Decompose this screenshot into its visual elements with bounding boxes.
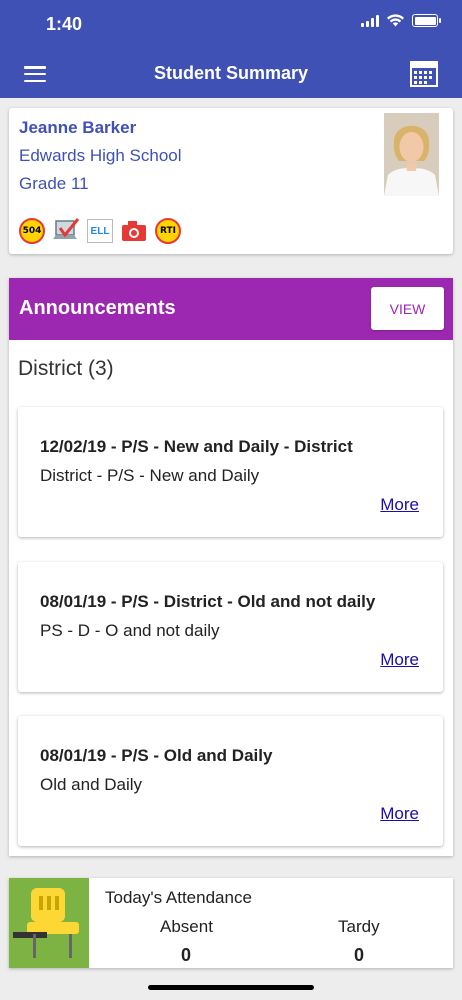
page-title: Student Summary xyxy=(153,63,309,83)
announcement-more-link[interactable]: More xyxy=(380,495,419,515)
home-indicator[interactable] xyxy=(148,985,314,990)
504-badge-icon[interactable]: 504 xyxy=(18,217,46,245)
announcement-more-link[interactable]: More xyxy=(380,650,419,670)
battery-icon xyxy=(412,14,441,27)
student-badges: 504 ELL RTI xyxy=(18,217,182,245)
attendance-title: Today's Attendance xyxy=(105,888,252,907)
signal-icon xyxy=(361,14,379,27)
student-name: Jeanne Barker xyxy=(19,118,137,137)
announcement-title: 12/02/19 - P/S - New and Daily - Distric… xyxy=(40,437,353,456)
tardy-value: 0 xyxy=(354,945,365,965)
announcement-body: District - P/S - New and Daily xyxy=(40,466,260,485)
announcement-body: PS - D - O and not daily xyxy=(40,621,220,640)
status-icons xyxy=(361,14,441,27)
announcement-item[interactable]: 08/01/19 - P/S - Old and Daily Old and D… xyxy=(18,716,443,846)
desk-chair-icon xyxy=(13,888,79,958)
district-heading: District (3) xyxy=(18,357,114,380)
student-grade: Grade 11 xyxy=(19,174,89,193)
tardy-label: Tardy xyxy=(338,917,380,936)
announcement-item[interactable]: 12/02/19 - P/S - New and Daily - Distric… xyxy=(18,407,443,537)
view-announcements-button[interactable]: VIEW xyxy=(371,287,444,330)
calendar-icon[interactable] xyxy=(410,61,438,87)
announcements-panel: Announcements VIEW District (3) 12/02/19… xyxy=(9,278,453,856)
announcements-header: Announcements VIEW xyxy=(9,278,453,340)
announcement-more-link[interactable]: More xyxy=(380,804,419,824)
announcement-body: Old and Daily xyxy=(40,775,143,794)
status-time: 1:40 xyxy=(46,14,83,34)
announcement-title: 08/01/19 - P/S - Old and Daily xyxy=(40,746,273,765)
student-photo xyxy=(384,113,439,196)
announcements-title: Announcements xyxy=(19,297,176,319)
announcement-title: 08/01/19 - P/S - District - Old and not … xyxy=(40,592,376,611)
absent-value: 0 xyxy=(181,945,192,965)
rti-badge-icon[interactable]: RTI xyxy=(154,217,182,245)
wifi-icon xyxy=(387,14,404,27)
student-card[interactable]: Jeanne Barker Edwards High School Grade … xyxy=(9,108,453,254)
app-header: 1:40 Student Summary xyxy=(0,0,462,98)
camera-icon[interactable] xyxy=(120,217,148,245)
announcement-item[interactable]: 08/01/19 - P/S - District - Old and not … xyxy=(18,562,443,692)
ell-badge-icon[interactable]: ELL xyxy=(86,217,114,245)
attendance-card[interactable]: Today's Attendance Absent 0 Tardy 0 xyxy=(9,878,453,968)
absent-label: Absent xyxy=(160,917,213,936)
laptop-check-icon[interactable] xyxy=(52,217,80,245)
attendance-icon-bg xyxy=(9,878,89,968)
student-school: Edwards High School xyxy=(19,146,182,165)
